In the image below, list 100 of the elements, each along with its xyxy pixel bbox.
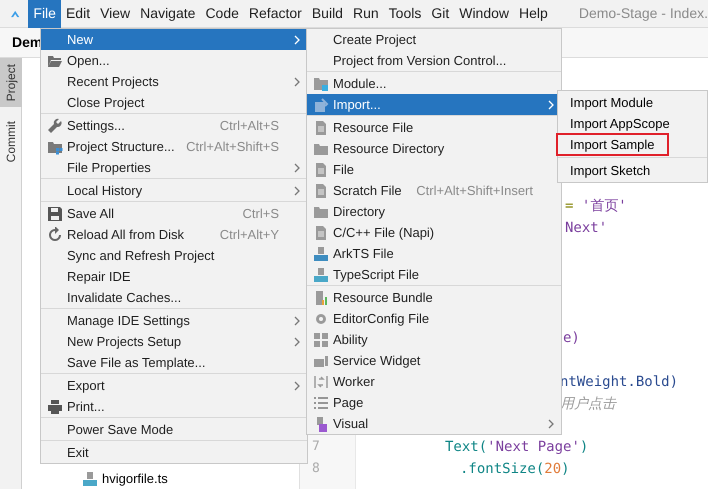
menu-item[interactable]: Reload All from Disk Ctrl+Alt+Y xyxy=(41,224,307,245)
menu-item[interactable]: Import Sample xyxy=(556,133,669,156)
shortcut-label: Ctrl+Alt+Shift+Insert xyxy=(416,182,533,200)
menu-item[interactable]: Save File as Template... xyxy=(41,352,307,373)
menu-item[interactable]: Power Save Mode xyxy=(41,419,307,440)
menu-item[interactable]: Worker xyxy=(307,371,561,392)
menu-item-label: Save File as Template... xyxy=(67,354,206,372)
menu-item[interactable]: Settings... Ctrl+Alt+S xyxy=(41,115,307,136)
menu-item[interactable]: Service Widget xyxy=(307,350,561,371)
side-tab[interactable]: Commit xyxy=(0,115,22,169)
menu-item-label: Resource Directory xyxy=(333,140,444,158)
grid-icon xyxy=(313,332,329,348)
menu-item[interactable]: Resource File xyxy=(307,117,561,138)
menu-item[interactable]: Project from Version Control... xyxy=(307,50,561,71)
menu-item[interactable]: New xyxy=(41,29,307,50)
menu-bar-item[interactable]: Edit xyxy=(60,0,96,28)
menu-item[interactable]: Invalidate Caches... xyxy=(41,287,307,308)
menu-bar-item[interactable]: Git xyxy=(426,0,454,28)
menu-item-label: Worker xyxy=(333,372,375,391)
shortcut-label: Ctrl+Alt+S xyxy=(220,116,279,135)
menu-item-label: Reload All from Disk xyxy=(67,226,184,244)
list-icon xyxy=(313,394,329,410)
menu-item-label: New Projects Setup xyxy=(67,332,182,351)
menu-item[interactable]: Scratch File Ctrl+Alt+Shift+Insert xyxy=(307,180,561,201)
shortcut-label: Ctrl+Alt+Y xyxy=(220,226,279,244)
menu-bar-item[interactable]: Tools xyxy=(384,0,426,28)
ts-file-icon xyxy=(82,471,98,487)
menu-item[interactable]: New Projects Setup xyxy=(41,331,307,352)
menu-item[interactable]: Local History xyxy=(41,180,307,201)
menu-item[interactable]: C/C++ File (Napi) xyxy=(307,222,561,243)
menu-bar-item[interactable]: File xyxy=(28,0,61,28)
menu-item[interactable]: Print... xyxy=(41,396,307,417)
menu-item[interactable]: Export xyxy=(41,375,307,396)
side-tab[interactable]: Project xyxy=(0,58,22,108)
menu-item-label: Sync and Refresh Project xyxy=(67,246,214,265)
menu-item[interactable]: Page xyxy=(307,392,561,413)
window-title: Demo-Stage - Index. xyxy=(578,4,708,23)
file-icon xyxy=(313,182,329,198)
menu-item[interactable]: EditorConfig File xyxy=(307,308,561,329)
menu-item[interactable]: Open... xyxy=(41,50,307,71)
menu-item[interactable]: Recent Projects xyxy=(41,71,307,92)
menu-item-label: Resource File xyxy=(333,118,414,137)
file-icon xyxy=(313,120,329,136)
menu-bar-item[interactable]: Navigate xyxy=(135,0,200,28)
menu-item[interactable]: Visual xyxy=(307,413,561,434)
file-icon xyxy=(313,162,329,178)
menu-item-label: Project from Version Control... xyxy=(333,52,506,70)
menu-bar-item[interactable]: View xyxy=(95,0,136,28)
menu-item-label: Recent Projects xyxy=(67,72,159,91)
code-line: ntWeight.Bold) xyxy=(560,373,678,391)
menu-item-label: C/C++ File (Napi) xyxy=(333,224,434,242)
save-icon xyxy=(47,206,63,222)
menu-item[interactable]: Repair IDE xyxy=(41,266,307,287)
menu-item-label: Open... xyxy=(67,52,110,70)
menu-item[interactable]: Resource Bundle xyxy=(307,287,561,308)
menu-item[interactable]: TypeScript File xyxy=(307,264,561,285)
module-icon xyxy=(313,76,329,92)
menu-item-label: Manage IDE Settings xyxy=(67,312,190,330)
menu-item[interactable]: File Properties xyxy=(41,157,307,178)
menu-bar-item[interactable]: Code xyxy=(200,0,244,28)
menu-item[interactable]: ArkTS File xyxy=(307,243,561,264)
menu-item-label: Ability xyxy=(333,330,368,349)
menu-item-label: Import... xyxy=(333,96,381,114)
code-line: Text('Next Page') xyxy=(445,438,588,456)
menu-item-label: EditorConfig File xyxy=(333,310,430,328)
menu-bar-item[interactable]: Help xyxy=(514,0,553,28)
file-name: hvigorfile.ts xyxy=(102,471,168,487)
menu-bar-item[interactable]: Build xyxy=(306,0,348,28)
code-line: = '首页' xyxy=(565,197,627,215)
menu-item[interactable]: Module... xyxy=(307,73,561,94)
menu-item[interactable]: Save All Ctrl+S xyxy=(41,203,307,224)
menu-item-label: TypeScript File xyxy=(333,266,419,284)
line-number: 7 xyxy=(312,438,320,456)
menu-item-label: New xyxy=(67,30,94,49)
menu-item[interactable]: Project Structure... Ctrl+Alt+Shift+S xyxy=(41,136,307,157)
menu-item[interactable]: Directory xyxy=(307,201,561,222)
menu-item-label: Print... xyxy=(67,398,105,416)
menu-item[interactable]: Ability xyxy=(307,329,561,350)
menu-item-label: Module... xyxy=(333,74,386,93)
menu-item-label: Create Project xyxy=(333,30,416,49)
menu-item[interactable]: Create Project xyxy=(307,29,561,50)
line-number: 8 xyxy=(312,460,320,478)
menu-item[interactable]: Sync and Refresh Project xyxy=(41,245,307,266)
menu-item-label: Invalidate Caches... xyxy=(67,288,182,307)
shortcut-label: Ctrl+S xyxy=(242,204,279,223)
menu-bar-item[interactable]: Run xyxy=(348,0,384,28)
code-line: e) xyxy=(563,329,580,347)
menu-item[interactable]: Close Project xyxy=(41,92,307,113)
menu-item-label: Save All xyxy=(67,204,114,223)
menu-item-label: Local History xyxy=(67,182,142,200)
menu-item-label: File xyxy=(333,160,354,179)
menu-item-label: Directory xyxy=(333,202,386,221)
menu-item-label: Scratch File xyxy=(333,182,402,200)
menu-bar-item[interactable]: Refactor xyxy=(244,0,307,28)
menu-bar-item[interactable]: Window xyxy=(454,0,514,28)
menu-item[interactable]: Exit xyxy=(41,442,307,463)
import-icon xyxy=(313,96,329,112)
menu-item[interactable]: Manage IDE Settings xyxy=(41,310,307,331)
menu-item-label: Export xyxy=(67,376,105,395)
ets-file-icon xyxy=(313,246,329,262)
